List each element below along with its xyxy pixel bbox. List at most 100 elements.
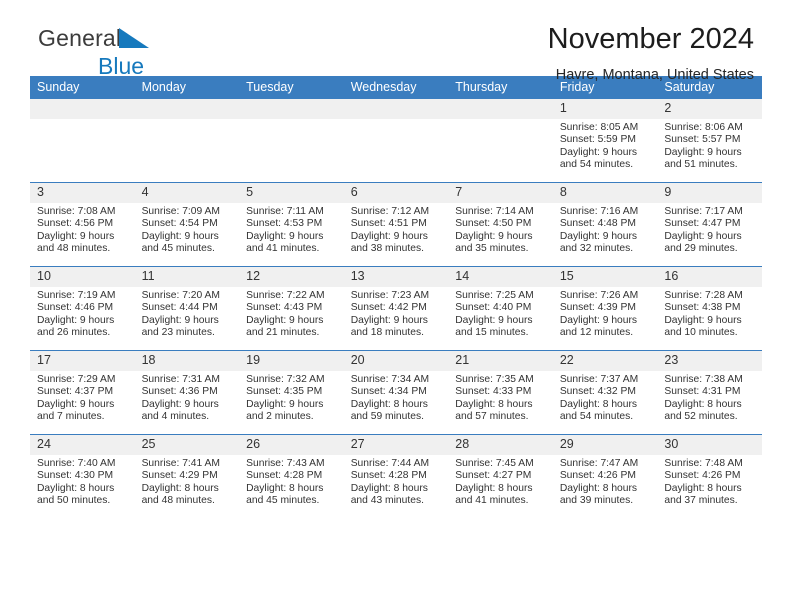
calendar-day-cell[interactable]: 22 Sunrise: 7:37 AM Sunset: 4:32 PM Dayligh…	[552, 350, 658, 435]
daylight-text-line1: Daylight: 9 hours	[141, 314, 219, 326]
daylight-text-line1: Daylight: 8 hours	[455, 398, 533, 410]
sunset-text: Sunset: 4:34 PM	[350, 386, 427, 398]
sunset-text: Sunset: 4:51 PM	[350, 218, 427, 230]
day-number: 1	[552, 99, 658, 119]
calendar-day-cell-empty	[134, 99, 240, 183]
day-number: 8	[552, 183, 658, 203]
daylight-text-line2: and 54 minutes.	[559, 411, 634, 423]
calendar-day-cell[interactable]: 25 Sunrise: 7:41 AM Sunset: 4:29 PM Dayligh…	[134, 434, 240, 518]
day-number: 30	[657, 435, 762, 455]
calendar-day-cell[interactable]: 1 Sunrise: 8:05 AM Sunset: 5:59 PM Daylight…	[552, 99, 658, 183]
day-number: 26	[239, 435, 344, 455]
sunrise-text: Sunrise: 7:26 AM	[559, 290, 639, 301]
day-number: 14	[448, 267, 553, 287]
calendar-day-cell[interactable]: 15 Sunrise: 7:26 AM Sunset: 4:39 PM Dayligh…	[552, 266, 658, 351]
day-number: 5	[239, 183, 344, 203]
daylight-text-line2: and 21 minutes.	[246, 327, 320, 339]
calendar-day-cell[interactable]: 2 Sunrise: 8:06 AM Sunset: 5:57 PM Daylight…	[657, 99, 762, 183]
daylight-text-line1: Daylight: 8 hours	[37, 482, 115, 494]
calendar-week-row: 17 Sunrise: 7:29 AM Sunset: 4:37 PM Dayligh…	[30, 350, 762, 435]
day-details: Sunrise: 7:19 AM Sunset: 4:46 PM Daylight:…	[30, 287, 135, 340]
title-block: November 2024 Havre, Montana, United Sta…	[548, 22, 754, 85]
day-details: Sunrise: 7:17 AM Sunset: 4:47 PM Daylight:…	[657, 203, 762, 256]
daylight-text-line1: Daylight: 9 hours	[350, 314, 428, 326]
sunset-text: Sunset: 4:44 PM	[141, 302, 218, 314]
brand-logo[interactable]: General Blue	[38, 26, 238, 78]
day-details: Sunrise: 7:29 AM Sunset: 4:37 PM Daylight:…	[30, 371, 135, 424]
daylight-text-line1: Daylight: 8 hours	[559, 398, 638, 410]
sunrise-text: Sunrise: 8:06 AM	[664, 122, 743, 133]
sunrise-text: Sunrise: 7:43 AM	[246, 458, 325, 469]
calendar-day-cell[interactable]: 28 Sunrise: 7:45 AM Sunset: 4:27 PM Dayligh…	[448, 434, 553, 518]
sunset-text: Sunset: 4:31 PM	[664, 386, 741, 398]
daylight-text-line1: Daylight: 8 hours	[664, 482, 742, 494]
daylight-text-line1: Daylight: 8 hours	[664, 398, 742, 410]
daylight-text-line2: and 15 minutes.	[455, 327, 529, 339]
day-details: Sunrise: 7:32 AM Sunset: 4:35 PM Daylight:…	[239, 371, 344, 424]
sunrise-text: Sunrise: 7:22 AM	[246, 290, 325, 301]
weekday-header-wednesday: Wednesday	[343, 76, 449, 99]
daylight-text-line2: and 23 minutes.	[141, 327, 215, 339]
sunrise-text: Sunrise: 7:11 AM	[246, 206, 324, 217]
sunrise-text: Sunrise: 7:47 AM	[559, 458, 639, 469]
calendar-day-cell[interactable]: 26 Sunrise: 7:43 AM Sunset: 4:28 PM Dayligh…	[239, 434, 344, 518]
sunrise-text: Sunrise: 8:05 AM	[559, 122, 639, 133]
calendar-day-cell[interactable]: 21 Sunrise: 7:35 AM Sunset: 4:33 PM Dayligh…	[448, 350, 553, 435]
sunrise-text: Sunrise: 7:08 AM	[37, 206, 116, 217]
day-details: Sunrise: 7:20 AM Sunset: 4:44 PM Daylight:…	[135, 287, 240, 340]
sunset-text: Sunset: 4:56 PM	[37, 218, 114, 230]
calendar-day-cell[interactable]: 29 Sunrise: 7:47 AM Sunset: 4:26 PM Dayligh…	[552, 434, 658, 518]
calendar-day-cell[interactable]: 5 Sunrise: 7:11 AM Sunset: 4:53 PM Daylight…	[239, 182, 344, 267]
daylight-text-line2: and 7 minutes.	[37, 411, 105, 423]
daylight-text-line1: Daylight: 8 hours	[559, 482, 638, 494]
day-details: Sunrise: 7:41 AM Sunset: 4:29 PM Daylight:…	[135, 455, 240, 508]
daylight-text-line2: and 4 minutes.	[141, 411, 210, 423]
calendar-day-cell[interactable]: 12 Sunrise: 7:22 AM Sunset: 4:43 PM Dayligh…	[239, 266, 344, 351]
page-masthead: General Blue November 2024 Havre, Montan…	[30, 0, 762, 83]
sunset-text: Sunset: 5:57 PM	[664, 134, 741, 146]
calendar-day-cell[interactable]: 14 Sunrise: 7:25 AM Sunset: 4:40 PM Dayligh…	[448, 266, 553, 351]
daylight-text-line2: and 51 minutes.	[664, 159, 738, 171]
calendar-day-cell[interactable]: 9 Sunrise: 7:17 AM Sunset: 4:47 PM Daylight…	[657, 182, 762, 267]
calendar-day-cell[interactable]: 16 Sunrise: 7:28 AM Sunset: 4:38 PM Dayligh…	[657, 266, 762, 351]
day-number	[239, 99, 344, 119]
daylight-text-line1: Daylight: 9 hours	[455, 230, 533, 242]
day-number: 3	[30, 183, 135, 203]
calendar-day-cell[interactable]: 30 Sunrise: 7:48 AM Sunset: 4:26 PM Dayligh…	[657, 434, 762, 518]
day-details: Sunrise: 7:31 AM Sunset: 4:36 PM Daylight:…	[135, 371, 240, 424]
daylight-text-line1: Daylight: 9 hours	[664, 230, 742, 242]
calendar-day-cell[interactable]: 3 Sunrise: 7:08 AM Sunset: 4:56 PM Daylight…	[30, 182, 135, 267]
daylight-text-line2: and 39 minutes.	[559, 495, 634, 507]
daylight-text-line2: and 52 minutes.	[664, 411, 738, 423]
sunset-text: Sunset: 4:46 PM	[37, 302, 114, 314]
calendar-day-cell[interactable]: 7 Sunrise: 7:14 AM Sunset: 4:50 PM Daylight…	[448, 182, 553, 267]
calendar-day-cell[interactable]: 8 Sunrise: 7:16 AM Sunset: 4:48 PM Daylight…	[552, 182, 658, 267]
day-number	[343, 99, 449, 119]
sunrise-text: Sunrise: 7:28 AM	[664, 290, 743, 301]
sunrise-text: Sunrise: 7:44 AM	[350, 458, 430, 469]
calendar-day-cell[interactable]: 19 Sunrise: 7:32 AM Sunset: 4:35 PM Dayligh…	[239, 350, 344, 435]
calendar-day-cell[interactable]: 11 Sunrise: 7:20 AM Sunset: 4:44 PM Dayligh…	[134, 266, 240, 351]
calendar-day-cell[interactable]: 4 Sunrise: 7:09 AM Sunset: 4:54 PM Daylight…	[134, 182, 240, 267]
calendar-day-cell[interactable]: 23 Sunrise: 7:38 AM Sunset: 4:31 PM Dayligh…	[657, 350, 762, 435]
daylight-text-line2: and 59 minutes.	[350, 411, 424, 423]
blue-triangle-icon	[119, 27, 151, 54]
calendar-day-cell[interactable]: 18 Sunrise: 7:31 AM Sunset: 4:36 PM Dayligh…	[134, 350, 240, 435]
calendar-day-cell[interactable]: 6 Sunrise: 7:12 AM Sunset: 4:51 PM Daylight…	[343, 182, 449, 267]
calendar-day-cell[interactable]: 27 Sunrise: 7:44 AM Sunset: 4:28 PM Dayligh…	[343, 434, 449, 518]
day-number: 20	[343, 351, 449, 371]
calendar-day-cell[interactable]: 20 Sunrise: 7:34 AM Sunset: 4:34 PM Dayligh…	[343, 350, 449, 435]
day-details: Sunrise: 7:11 AM Sunset: 4:53 PM Daylight:…	[239, 203, 344, 256]
calendar-day-cell[interactable]: 10 Sunrise: 7:19 AM Sunset: 4:46 PM Dayligh…	[30, 266, 135, 351]
calendar-day-cell[interactable]: 17 Sunrise: 7:29 AM Sunset: 4:37 PM Dayligh…	[30, 350, 135, 435]
daylight-text-line2: and 2 minutes.	[246, 411, 314, 423]
sunrise-text: Sunrise: 7:41 AM	[141, 458, 220, 469]
calendar-day-cell[interactable]: 24 Sunrise: 7:40 AM Sunset: 4:30 PM Dayligh…	[30, 434, 135, 518]
calendar-day-cell[interactable]: 13 Sunrise: 7:23 AM Sunset: 4:42 PM Dayligh…	[343, 266, 449, 351]
day-details: Sunrise: 7:43 AM Sunset: 4:28 PM Daylight:…	[239, 455, 344, 508]
calendar-page: General Blue November 2024 Havre, Montan…	[0, 0, 792, 612]
daylight-text-line1: Daylight: 8 hours	[455, 482, 533, 494]
sunrise-text: Sunrise: 7:34 AM	[350, 374, 430, 385]
day-details: Sunrise: 7:28 AM Sunset: 4:38 PM Daylight:…	[657, 287, 762, 340]
weekday-header-monday: Monday	[134, 76, 240, 99]
